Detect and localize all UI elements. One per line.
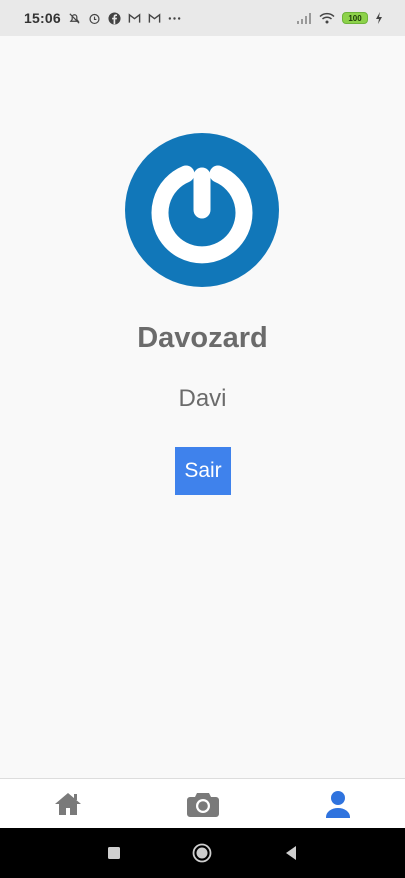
power-logo-icon xyxy=(151,165,253,264)
camera-icon xyxy=(186,793,219,817)
more-icon xyxy=(168,16,181,20)
home-button[interactable] xyxy=(187,838,217,868)
tab-home[interactable] xyxy=(18,779,118,829)
signal-icon xyxy=(297,13,311,24)
recents-button[interactable] xyxy=(99,838,129,868)
alarm-icon xyxy=(89,13,100,24)
facebook-icon xyxy=(108,11,121,25)
mute-icon xyxy=(69,12,80,24)
status-bar: 15:06 100 xyxy=(0,0,405,36)
battery-icon: 100 xyxy=(342,12,368,24)
logout-button[interactable]: Sair xyxy=(175,447,231,495)
battery-level: 100 xyxy=(348,13,362,23)
system-nav-bar xyxy=(0,828,405,878)
status-time: 15:06 xyxy=(24,10,61,26)
gmail-icon xyxy=(128,12,141,23)
tab-profile[interactable] xyxy=(288,779,388,829)
bottom-tab-bar xyxy=(0,778,405,829)
avatar xyxy=(125,133,279,287)
tab-camera[interactable] xyxy=(153,779,253,829)
wifi-icon xyxy=(319,12,335,24)
home-circle-icon xyxy=(193,843,212,863)
home-icon xyxy=(54,793,81,815)
full-name: Davi xyxy=(178,385,227,412)
recents-icon xyxy=(108,847,121,859)
user-icon xyxy=(325,791,350,818)
charging-icon xyxy=(376,12,382,24)
username: Davozard xyxy=(137,322,268,354)
back-button[interactable] xyxy=(276,838,306,868)
back-icon xyxy=(285,846,296,860)
gmail-icon xyxy=(148,12,161,23)
